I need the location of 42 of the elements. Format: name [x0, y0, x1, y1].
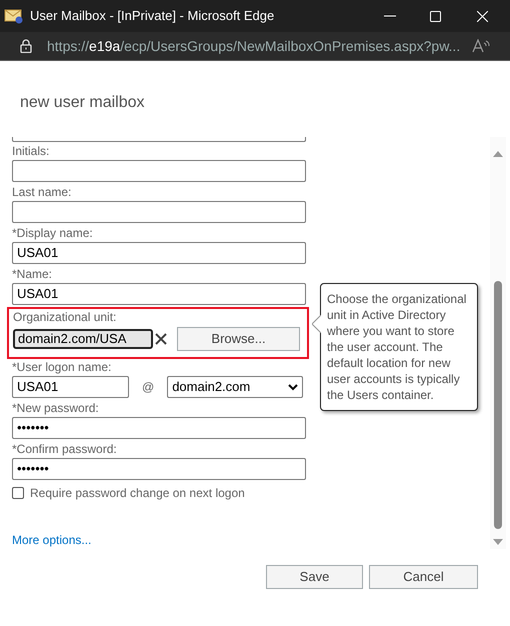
window-title: User Mailbox - [InPrivate] - Microsoft Edge [30, 7, 276, 26]
input-field[interactable] [12, 201, 306, 223]
field-label: *User logon name: [12, 359, 112, 376]
field-label: *New password: [12, 400, 99, 417]
input-field[interactable]: USA01 [12, 242, 306, 264]
field-label: *Confirm password: [12, 441, 117, 458]
scroll-down-icon[interactable] [493, 539, 503, 545]
tooltip-text: Choose the organizational unit in Active Directory where you want to store the user account. The default location for new user accounts is typically the Users container. [327, 292, 466, 402]
dialog-heading: new user mailbox [20, 93, 146, 113]
domain-dropdown[interactable]: domain2.com [167, 376, 304, 398]
minimize-icon[interactable] [384, 15, 396, 17]
maximize-icon[interactable] [430, 10, 441, 22]
envelope-icon [4, 8, 24, 24]
password-field[interactable]: ••••••• [12, 458, 306, 480]
input-field[interactable]: USA01 [12, 283, 306, 305]
dialog-button[interactable]: Save [266, 565, 363, 589]
address-bar[interactable]: https://e19a/ecp/UsersGroups/NewMailboxOnPremises.aspx?pw... [0, 32, 510, 61]
scroll-thumb[interactable] [494, 281, 502, 529]
scrollbar[interactable] [490, 137, 506, 549]
browse-button[interactable]: Browse... [177, 327, 300, 351]
dialog-button[interactable]: Cancel [369, 565, 478, 589]
field-label: *Name: [12, 266, 52, 283]
at-sign: @ [142, 379, 154, 396]
field-label: Organizational unit: [13, 309, 118, 326]
chevron-down-icon [288, 384, 298, 390]
password-field[interactable]: ••••••• [12, 417, 306, 439]
field-label: Last name: [12, 184, 72, 201]
more-options-link[interactable]: More options... [12, 531, 490, 549]
close-icon[interactable] [477, 10, 488, 22]
clear-icon[interactable] [155, 333, 167, 345]
checkbox[interactable] [12, 487, 24, 499]
input-field[interactable] [12, 160, 306, 182]
field-label: Initials: [12, 143, 50, 160]
input-field[interactable]: domain2.com/USA [13, 329, 153, 349]
lock-icon [20, 39, 32, 53]
read-aloud-icon[interactable] [472, 39, 490, 53]
checkbox-label: Require password change on next logon [30, 485, 245, 502]
url-text: https://e19a/ecp/UsersGroups/NewMailboxOnPremises.aspx?pw... [47, 36, 462, 56]
field-label: *Display name: [12, 225, 93, 242]
scroll-up-icon[interactable] [493, 151, 503, 157]
input-field[interactable] [12, 137, 306, 142]
input-field[interactable]: USA01 [12, 376, 129, 398]
